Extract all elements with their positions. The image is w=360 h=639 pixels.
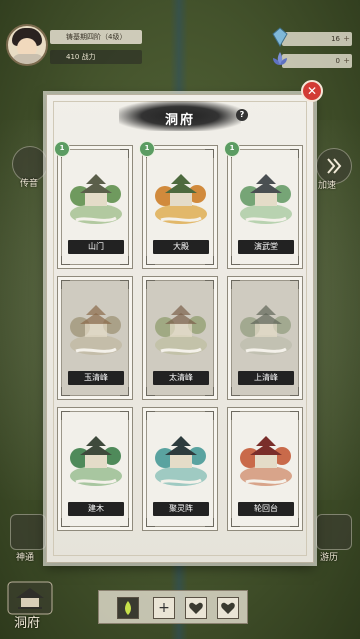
player-avatar[interactable]	[6, 24, 48, 66]
skill-label: 神通	[16, 553, 35, 563]
building-label: 上清峰	[238, 371, 294, 385]
building-illustration	[155, 436, 207, 486]
level-badge: 1	[54, 141, 70, 157]
travel-label: 游历	[320, 553, 339, 563]
level-badge: 1	[139, 141, 155, 157]
level-badge: 1	[224, 141, 240, 157]
building-label: 玉清峰	[68, 371, 124, 385]
modal-title-banner: 洞府	[119, 101, 241, 131]
heart-icon	[189, 602, 203, 614]
building-illustration	[155, 305, 207, 355]
player-panel[interactable]: 铸基期四阶（4级） 410 战力	[6, 24, 142, 66]
help-icon[interactable]: ?	[236, 109, 248, 121]
building-card[interactable]: 聚灵阵	[142, 407, 218, 531]
building-label: 建木	[68, 502, 124, 516]
building-card[interactable]: 山门 1	[54, 141, 133, 269]
speedup-label: 加速	[318, 181, 337, 191]
building-illustration	[70, 436, 122, 486]
building-card[interactable]: 玉清峰	[57, 276, 133, 400]
building-illustration	[155, 174, 207, 224]
building-card[interactable]: 演武堂 1	[224, 141, 303, 269]
building-label: 聚灵阵	[153, 502, 209, 516]
slot-heart-1[interactable]	[185, 597, 207, 619]
skill-button[interactable]	[10, 514, 46, 550]
building-illustration	[70, 305, 122, 355]
plus-icon[interactable]: +	[343, 35, 350, 43]
home-label: 洞府	[14, 616, 41, 631]
building-label: 演武堂	[238, 240, 294, 254]
resource-crystal-value: 16	[331, 35, 340, 43]
building-card[interactable]: 太清峰	[142, 276, 218, 400]
resource-lotus[interactable]: 0 +	[273, 52, 352, 68]
slot-active[interactable]	[117, 597, 139, 619]
spirit-flame-icon	[125, 601, 131, 615]
player-name: 铸基期四阶（4级）	[50, 30, 142, 44]
resource-lotus-value: 0	[335, 57, 340, 65]
slot-add[interactable]: +	[153, 597, 175, 619]
building-label: 大殿	[153, 240, 209, 254]
bottom-slot-bar: +	[98, 590, 248, 624]
close-button[interactable]: ✕	[301, 80, 323, 102]
building-label: 轮回台	[238, 502, 294, 516]
building-card[interactable]: 大殿 1	[139, 141, 218, 269]
crystal-icon	[272, 27, 288, 47]
message-label: 传音	[20, 179, 39, 189]
cave-dwelling-modal: 洞府 ? 山门 1 大殿 1 演武堂 1 玉清峰 太清峰 上清峰建木 聚灵阵 轮回台	[46, 94, 314, 563]
building-illustration	[70, 174, 122, 224]
resource-crystal[interactable]: 16 +	[272, 27, 352, 47]
lotus-icon	[273, 52, 287, 65]
building-label: 太清峰	[153, 371, 209, 385]
heart-icon	[221, 602, 235, 614]
building-card[interactable]: 建木	[57, 407, 133, 531]
building-card[interactable]: 上清峰	[227, 276, 303, 400]
plus-icon[interactable]: +	[343, 57, 350, 65]
slot-heart-2[interactable]	[217, 597, 239, 619]
player-power: 410 战力	[50, 50, 142, 64]
building-label: 山门	[68, 240, 124, 254]
building-illustration	[240, 174, 292, 224]
building-illustration	[240, 436, 292, 486]
modal-title: 洞府	[164, 113, 195, 128]
travel-button[interactable]	[316, 514, 352, 550]
home-button[interactable]: 洞府	[4, 578, 56, 634]
building-illustration	[240, 305, 292, 355]
building-card[interactable]: 轮回台	[227, 407, 303, 531]
